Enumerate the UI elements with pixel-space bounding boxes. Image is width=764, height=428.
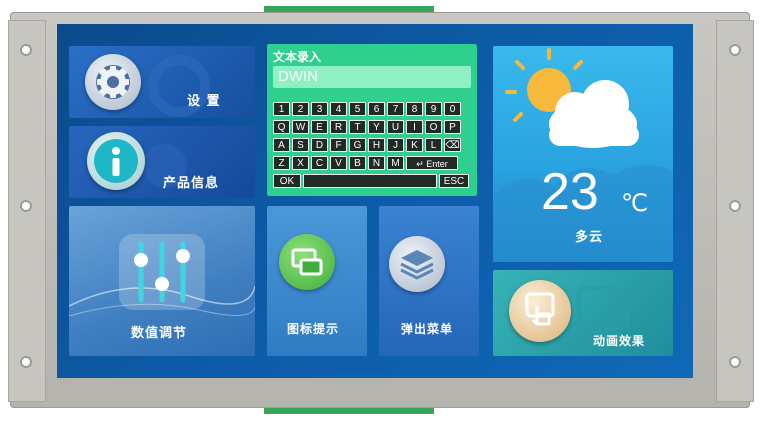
key-u[interactable]: U [387,120,404,134]
keyboard-title: 文本录入 [273,50,322,64]
keyboard-row-numbers: 1 2 3 4 5 6 7 8 9 0 [273,102,461,116]
settings-label: 设 置 [187,94,221,109]
weather-condition: 多云 [575,230,604,245]
bottom-connector [264,408,434,414]
key-k[interactable]: K [406,138,423,152]
info-icon [87,132,145,190]
mount-hole [20,356,32,368]
key-b[interactable]: B [349,156,366,170]
key-y[interactable]: Y [368,120,385,134]
key-6[interactable]: 6 [368,102,385,116]
gear-icon [85,54,141,110]
key-a[interactable]: A [273,138,290,152]
mount-hole [20,44,32,56]
sliders-icon [119,234,205,310]
mount-hole [729,200,741,212]
key-d[interactable]: D [311,138,328,152]
keyboard-row-asdf: A S D F G H J K L ⌫ [273,138,461,152]
icon-hint-label: 图标提示 [287,322,340,336]
backspace-key[interactable]: ⌫ [444,138,461,152]
temperature-value: 23 [541,163,599,221]
slider-tile-label: 数值调节 [131,326,188,341]
mount-hole [729,356,741,368]
key-8[interactable]: 8 [406,102,423,116]
key-1[interactable]: 1 [273,102,290,116]
esc-key[interactable]: ESC [439,174,469,188]
temperature-unit: ℃ [621,189,648,217]
key-n[interactable]: N [368,156,385,170]
keyboard-row-bottom: OK ESC [273,174,471,188]
key-s[interactable]: S [292,138,309,152]
animation-tile[interactable]: 动画效果 [493,270,673,356]
product-info-tile[interactable]: 产品信息 [69,126,255,198]
touch-icon [509,280,571,342]
popup-menu-label: 弹出菜单 [401,322,454,336]
window-icon [279,234,335,290]
key-j[interactable]: J [387,138,404,152]
ok-key[interactable]: OK [273,174,301,188]
key-r[interactable]: R [330,120,347,134]
weather-tile[interactable]: 23 ℃ 多云 [493,46,673,262]
key-v[interactable]: V [330,156,347,170]
keyboard-row-zxcv: Z X C V B N M ↵ Enter [273,156,458,170]
key-w[interactable]: W [292,120,309,134]
display-screen: 设 置 产品信息 文本录入 DWIN 1 2 3 4 5 6 7 8 9 0 Q… [57,24,693,378]
key-5[interactable]: 5 [349,102,366,116]
layers-icon [389,236,445,292]
popup-menu-tile[interactable]: 弹出菜单 [379,206,479,356]
icon-hint-tile[interactable]: 图标提示 [267,206,367,356]
key-0[interactable]: 0 [444,102,461,116]
text-entry-input[interactable]: DWIN [273,66,471,88]
enter-key[interactable]: ↵ Enter [406,156,458,170]
space-key[interactable] [303,174,437,188]
key-c[interactable]: C [311,156,328,170]
key-p[interactable]: P [444,120,461,134]
mount-hole [20,200,32,212]
key-f[interactable]: F [330,138,347,152]
key-x[interactable]: X [292,156,309,170]
key-7[interactable]: 7 [387,102,404,116]
key-3[interactable]: 3 [311,102,328,116]
top-connector [264,6,434,12]
settings-tile[interactable]: 设 置 [69,46,255,118]
key-i[interactable]: I [406,120,423,134]
text-entry-keyboard: 文本录入 DWIN 1 2 3 4 5 6 7 8 9 0 Q W E R T … [267,44,477,196]
key-g[interactable]: G [349,138,366,152]
key-9[interactable]: 9 [425,102,442,116]
key-o[interactable]: O [425,120,442,134]
slider-tile[interactable]: 数值调节 [69,206,255,356]
key-l[interactable]: L [425,138,442,152]
key-q[interactable]: Q [273,120,290,134]
key-h[interactable]: H [368,138,385,152]
key-m[interactable]: M [387,156,404,170]
key-z[interactable]: Z [273,156,290,170]
product-info-label: 产品信息 [163,176,220,191]
key-t[interactable]: T [349,120,366,134]
animation-label: 动画效果 [593,334,646,348]
key-e[interactable]: E [311,120,328,134]
keyboard-row-qwerty: Q W E R T Y U I O P [273,120,461,134]
mount-hole [729,44,741,56]
key-4[interactable]: 4 [330,102,347,116]
key-2[interactable]: 2 [292,102,309,116]
